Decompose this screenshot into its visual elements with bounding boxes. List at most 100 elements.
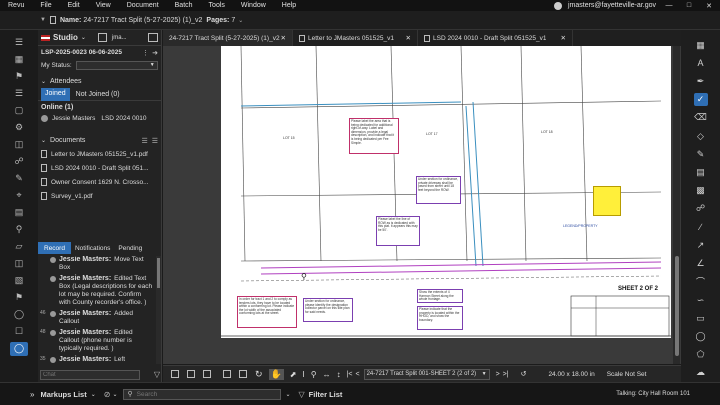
sets-icon[interactable]: ◫ [10, 138, 28, 152]
tool-chest-icon[interactable]: ⚙ [10, 121, 28, 135]
tab-document-3[interactable]: LSD 2024 0010 - Draft Split 051525_v1 ✕ [418, 30, 573, 46]
document-viewport[interactable]: LOT 15 LOT 16 LOT 17 LOT 18 Please label… [163, 46, 681, 364]
filter-icon[interactable]: ▽ [299, 390, 305, 399]
drawing-sheet[interactable]: LOT 15 LOT 16 LOT 17 LOT 18 Please label… [221, 46, 671, 338]
highlighter-icon[interactable]: ✓ [693, 93, 708, 106]
text-box-icon[interactable]: A [694, 57, 708, 70]
first-page-icon[interactable]: |< [347, 371, 353, 378]
studio-user[interactable]: jma... [112, 35, 127, 41]
filter-icon[interactable]: ▽ [154, 370, 160, 379]
layers-icon[interactable]: ☰ [10, 87, 28, 101]
search-box[interactable]: ⚲ [123, 388, 282, 400]
menu-help[interactable]: Help [274, 2, 304, 9]
session-id[interactable]: LSP-2025-0023 06-06-2025 [41, 49, 122, 56]
record-scrollbar[interactable] [156, 256, 161, 364]
forms-icon[interactable]: ▧ [10, 274, 28, 288]
last-page-icon[interactable]: >| [503, 371, 509, 378]
snapshot-icon[interactable] [239, 370, 247, 378]
tag-icon[interactable]: ⚑ [10, 291, 28, 305]
spaces-icon[interactable]: ▱ [10, 240, 28, 254]
attendee-row[interactable]: Jessie Masters LSD 2024 0010 [38, 112, 161, 124]
legend-stamp[interactable] [593, 186, 621, 216]
menu-window[interactable]: Window [233, 2, 274, 9]
record-item[interactable]: Jessie Masters: Edited Text Box (Legal des… [40, 275, 154, 307]
tab-joined[interactable]: Joined [41, 87, 70, 101]
document-item[interactable]: Letter to JMasters 051525_v1.pdf [41, 147, 158, 161]
my-status-select[interactable]: ▼ [75, 60, 158, 70]
studio-icon[interactable]: ◯ [10, 341, 28, 356]
tab-document-2[interactable]: Letter to JMasters 051525_v1 ✕ [293, 30, 418, 46]
tab-document-1[interactable]: 24-7217 Tract Split (5-27-2025) (1)_v2 ✕ [163, 30, 293, 46]
chevron-down-icon[interactable]: ⌄ [285, 391, 290, 398]
menu-view[interactable]: View [88, 2, 119, 9]
hyperlink-icon[interactable]: ☍ [694, 202, 708, 215]
signatures-icon[interactable]: ✎ [10, 172, 28, 186]
close-icon[interactable]: ✕ [406, 34, 411, 42]
chevron-down-icon[interactable]: ⌄ [238, 17, 243, 24]
markup-callout[interactable]: Under section for ordinance, private dri… [416, 176, 461, 204]
ellipse-icon[interactable]: ◯ [694, 330, 708, 343]
session-menu-icon[interactable]: ⋮ [142, 49, 149, 57]
markup-callout[interactable]: Show the extents of 4 Harmon Street alon… [417, 289, 463, 303]
markup-icon[interactable]: ◯ [10, 308, 28, 322]
eraser-icon[interactable]: ⌫ [694, 112, 708, 125]
callout-icon[interactable]: ✎ [694, 148, 708, 161]
next-page-icon[interactable]: > [496, 371, 500, 378]
zoom-icon[interactable]: ⚲ [311, 370, 317, 379]
vertical-scrollbar[interactable] [673, 46, 680, 364]
panel-layout-icon[interactable] [148, 33, 158, 42]
links-icon[interactable]: ☍ [10, 155, 28, 169]
tab-pending[interactable]: Pending [118, 245, 142, 252]
cloud-icon[interactable]: ☁ [694, 367, 708, 380]
record-item[interactable]: Jessie Masters: Move Text Box [40, 256, 154, 272]
search-icon[interactable]: ⚲ [10, 223, 28, 237]
menu-batch[interactable]: Batch [167, 2, 201, 9]
thumbnails-icon[interactable]: ▦ [10, 53, 28, 67]
document-menu-icon[interactable]: ☰ [152, 137, 158, 145]
page-select[interactable]: 24-7217 Tract Split 001-SHEET 2 (2 of 2)… [363, 368, 490, 380]
panel-toggle-icon[interactable]: ☰ [10, 36, 28, 50]
markup-callout[interactable]: Please label the area that is being dedi… [349, 118, 399, 154]
menu-edit[interactable]: Edit [60, 2, 88, 9]
bookmarks-icon[interactable]: ⚑ [10, 70, 28, 84]
dropdown-arrow-icon[interactable]: ▼ [40, 17, 46, 23]
markup-callout[interactable]: In order for tract 1 and 2 to comply as … [237, 296, 297, 328]
menu-document[interactable]: Document [119, 2, 167, 9]
select-icon[interactable]: ⬈ [290, 370, 297, 379]
scale-status[interactable]: Scale Not Set [607, 371, 647, 378]
menu-revu[interactable]: Revu [0, 2, 32, 9]
studio-label[interactable]: Studio [53, 33, 78, 42]
document-item[interactable]: LSD 2024 0010 - Draft Split 051... [41, 161, 158, 175]
file-access-icon[interactable]: ▤ [10, 206, 28, 220]
tab-record[interactable]: Record [38, 242, 71, 254]
chevron-down-icon[interactable]: ⌄ [91, 391, 96, 398]
tab-notifications[interactable]: Notifications [75, 245, 110, 252]
close-icon[interactable]: ✕ [702, 1, 716, 10]
tab-not-joined[interactable]: Not Joined (0) [76, 91, 120, 98]
pan-icon[interactable]: ✋ [268, 368, 284, 380]
back-icon[interactable]: ↺ [521, 370, 527, 378]
measurements-icon[interactable]: ⌖ [10, 189, 28, 203]
line-icon[interactable]: ∕ [694, 221, 708, 234]
properties-icon[interactable]: ▢ [10, 104, 28, 118]
menu-tools[interactable]: Tools [201, 2, 233, 9]
user-avatar-icon[interactable] [553, 1, 562, 10]
lock-icon[interactable]: ☐ [10, 325, 28, 339]
polygon-icon[interactable]: ⬠ [694, 348, 708, 361]
user-email[interactable]: jmasters@fayetteville-ar.gov [568, 2, 656, 9]
split-view-icon[interactable] [187, 370, 195, 378]
record-item[interactable]: 48 Jessie Masters: Edited Callout (phone nu… [40, 329, 154, 353]
chevron-down-icon[interactable]: ⌄ [81, 34, 86, 41]
fit-page-icon[interactable]: ↕ [337, 370, 341, 379]
chat-input[interactable] [40, 369, 140, 380]
minimize-icon[interactable]: — [662, 1, 676, 10]
sketch-icon[interactable]: ∽ [694, 294, 708, 307]
markups-list-label[interactable]: Markups List [40, 390, 86, 399]
documents-header[interactable]: ⌄ Documents ☰ ☰ [38, 134, 161, 147]
hide-markups-icon[interactable]: ⊘ [104, 390, 111, 399]
document-add-icon[interactable]: ☰ [141, 137, 147, 145]
shape-icon[interactable]: ◇ [694, 130, 708, 143]
arrow-icon[interactable]: ↗ [694, 239, 708, 252]
zoom-width-icon[interactable]: ↔ [323, 370, 331, 379]
maximize-icon[interactable]: □ [682, 1, 696, 10]
